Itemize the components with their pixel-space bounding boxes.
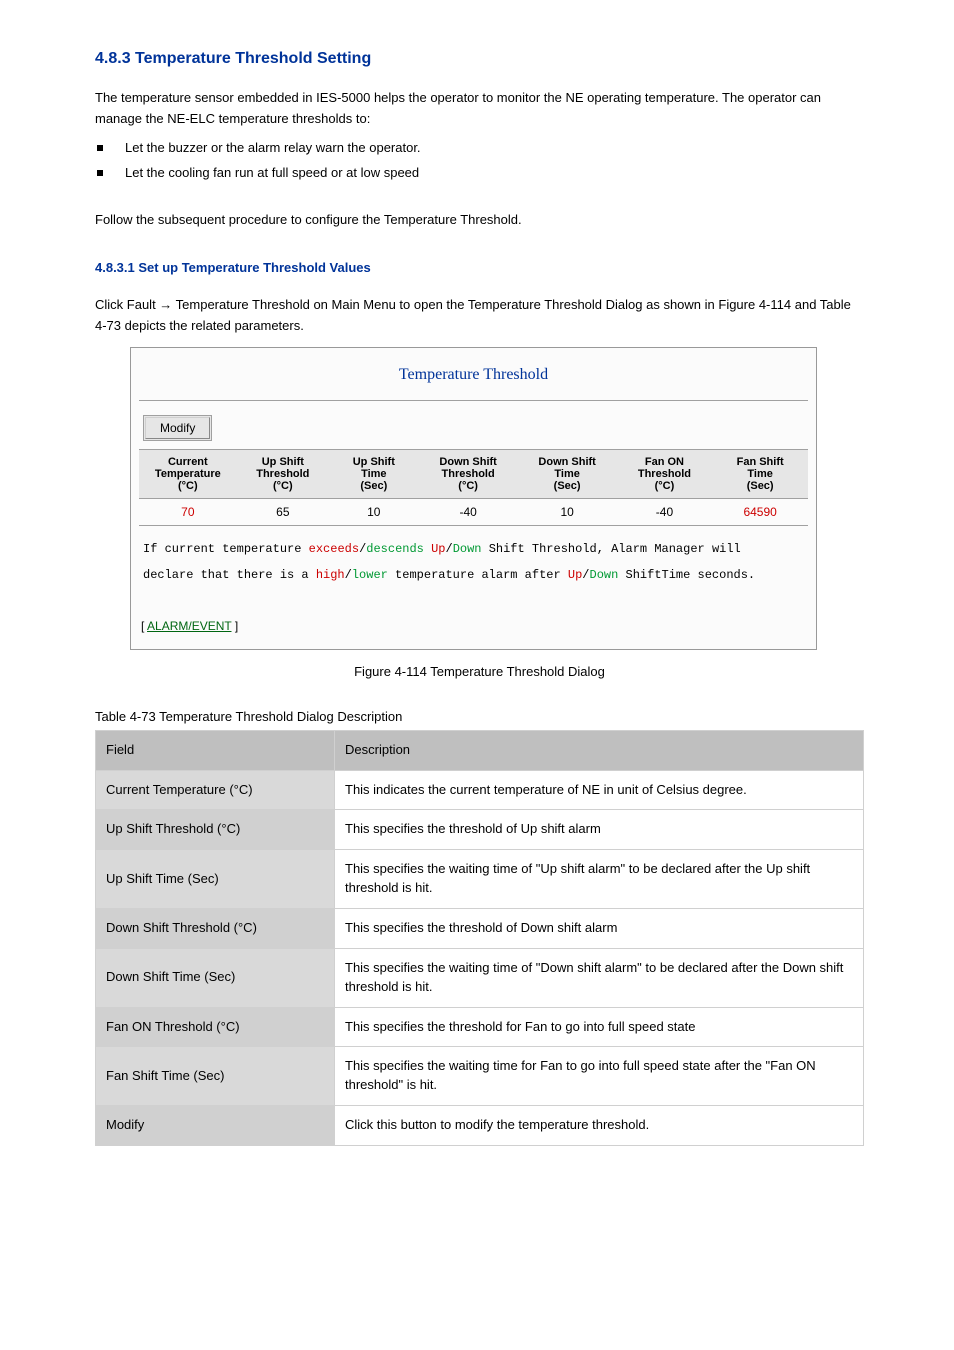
desc-value: This specifies the waiting time of "Up s… [335, 850, 864, 909]
value-down-shift-time: 10 [518, 498, 617, 525]
desc-field: Modify [96, 1106, 335, 1146]
intro-paragraph-3: Click Fault → Temperature Threshold on M… [95, 295, 864, 337]
desc-field: Up Shift Time (Sec) [96, 850, 335, 909]
desc-head-field: Field [96, 730, 335, 770]
table-row: Down Shift Time (Sec) This specifies the… [96, 948, 864, 1007]
desc-head-desc: Description [335, 730, 864, 770]
desc-value: This indicates the current temperature o… [335, 770, 864, 810]
col-up-shift-threshold: Up Shift Threshold (°C) [237, 449, 329, 498]
value-fan-on-threshold: -40 [617, 498, 713, 525]
desc-field: Down Shift Time (Sec) [96, 948, 335, 1007]
table-row: Down Shift Threshold (°C) This specifies… [96, 908, 864, 948]
col-fan-on-threshold: Fan ON Threshold (°C) [617, 449, 713, 498]
alarm-event-link-row: [ ALARM/EVENT ] [139, 615, 808, 641]
desc-field: Up Shift Threshold (°C) [96, 810, 335, 850]
intro-paragraph: The temperature sensor embedded in IES-5… [95, 88, 864, 130]
modify-button-wrap: Modify [143, 415, 212, 441]
bullet-item: Let the buzzer or the alarm relay warn t… [95, 140, 864, 155]
value-current-temp: 70 [139, 498, 237, 525]
desc-field: Down Shift Threshold (°C) [96, 908, 335, 948]
modify-button[interactable]: Modify [145, 417, 210, 439]
bullet-item: Let the cooling fan run at full speed or… [95, 165, 864, 180]
value-up-shift-threshold: 65 [237, 498, 329, 525]
subsection-heading: 4.8.3.1 Set up Temperature Threshold Val… [95, 260, 864, 275]
table-row: Up Shift Threshold (°C) This specifies t… [96, 810, 864, 850]
figure-title: Temperature Threshold [139, 356, 808, 400]
value-up-shift-time: 10 [329, 498, 419, 525]
col-up-shift-time: Up Shift Time (Sec) [329, 449, 419, 498]
description-table: Field Description Current Temperature (°… [95, 730, 864, 1146]
table-row: Modify Click this button to modify the t… [96, 1106, 864, 1146]
desc-value: Click this button to modify the temperat… [335, 1106, 864, 1146]
desc-field: Fan ON Threshold (°C) [96, 1007, 335, 1047]
desc-value: This specifies the waiting time of "Down… [335, 948, 864, 1007]
table-row: Up Shift Time (Sec) This specifies the w… [96, 850, 864, 909]
table-row[interactable]: 70 65 10 -40 10 -40 64590 [139, 498, 808, 525]
desc-table-head: Field Description [96, 730, 864, 770]
intro-paragraph-2: Follow the subsequent procedure to confi… [95, 210, 864, 231]
col-current-temp: Current Temperature (°C) [139, 449, 237, 498]
section-heading: 4.8.3 Temperature Threshold Setting [95, 50, 864, 68]
desc-field: Fan Shift Time (Sec) [96, 1047, 335, 1106]
value-fan-shift-time: 64590 [712, 498, 808, 525]
col-down-shift-time: Down Shift Time (Sec) [518, 449, 617, 498]
threshold-note: If current temperature exceeds/descends … [139, 526, 808, 615]
threshold-table: Current Temperature (°C) Up Shift Thresh… [139, 449, 808, 526]
value-down-shift-threshold: -40 [419, 498, 518, 525]
desc-value: This specifies the threshold of Up shift… [335, 810, 864, 850]
bullet-list: Let the buzzer or the alarm relay warn t… [95, 140, 864, 180]
rule [139, 400, 808, 401]
col-down-shift-threshold: Down Shift Threshold (°C) [419, 449, 518, 498]
figure-caption: Figure 4-114 Temperature Threshold Dialo… [95, 664, 864, 679]
table-caption: Table 4-73 Temperature Threshold Dialog … [95, 709, 864, 724]
desc-value: This specifies the waiting time for Fan … [335, 1047, 864, 1106]
table-header-row: Current Temperature (°C) Up Shift Thresh… [139, 449, 808, 498]
table-row: Current Temperature (°C) This indicates … [96, 770, 864, 810]
table-row: Fan ON Threshold (°C) This specifies the… [96, 1007, 864, 1047]
table-row: Fan Shift Time (Sec) This specifies the … [96, 1047, 864, 1106]
desc-value: This specifies the threshold for Fan to … [335, 1007, 864, 1047]
figure: Temperature Threshold Modify [130, 347, 817, 650]
col-fan-shift-time: Fan Shift Time (Sec) [712, 449, 808, 498]
alarm-event-link[interactable]: ALARM/EVENT [147, 619, 231, 633]
desc-value: This specifies the threshold of Down shi… [335, 908, 864, 948]
desc-field: Current Temperature (°C) [96, 770, 335, 810]
